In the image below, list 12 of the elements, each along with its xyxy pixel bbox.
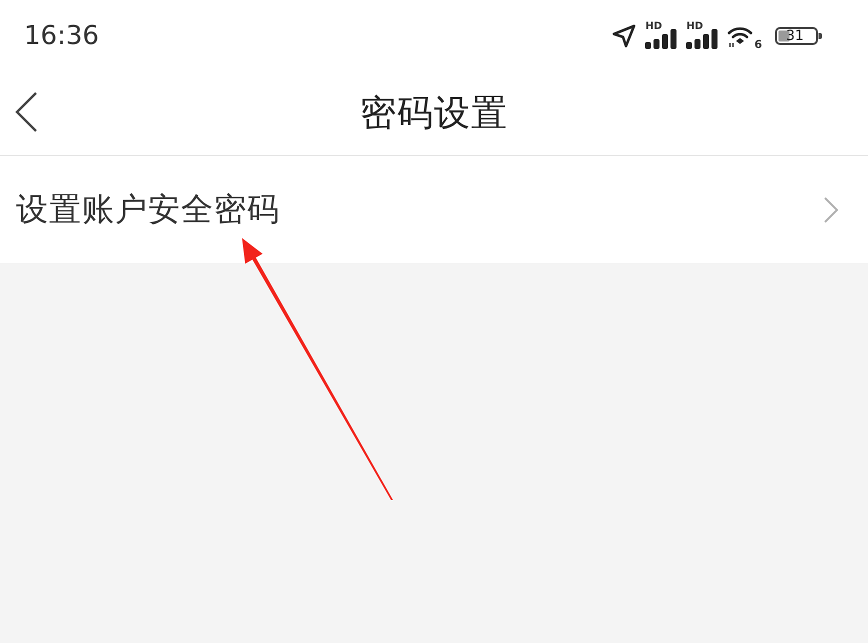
battery-icon [775,27,822,45]
signal-bars-icon [686,29,718,49]
page-title: 密码设置 [360,92,508,136]
menu-item[interactable]: 设置账户安全密码 [0,156,868,263]
signal-bars-icon [645,29,678,49]
wifi-label: 6 [754,39,762,50]
chevron-right-icon [824,196,838,222]
battery-percent: 31 [786,29,804,43]
location-arrow-icon [612,24,636,48]
status-time: 16:36 [24,21,99,51]
hd-label: HD [645,22,662,32]
hd-label: HD [686,22,704,32]
